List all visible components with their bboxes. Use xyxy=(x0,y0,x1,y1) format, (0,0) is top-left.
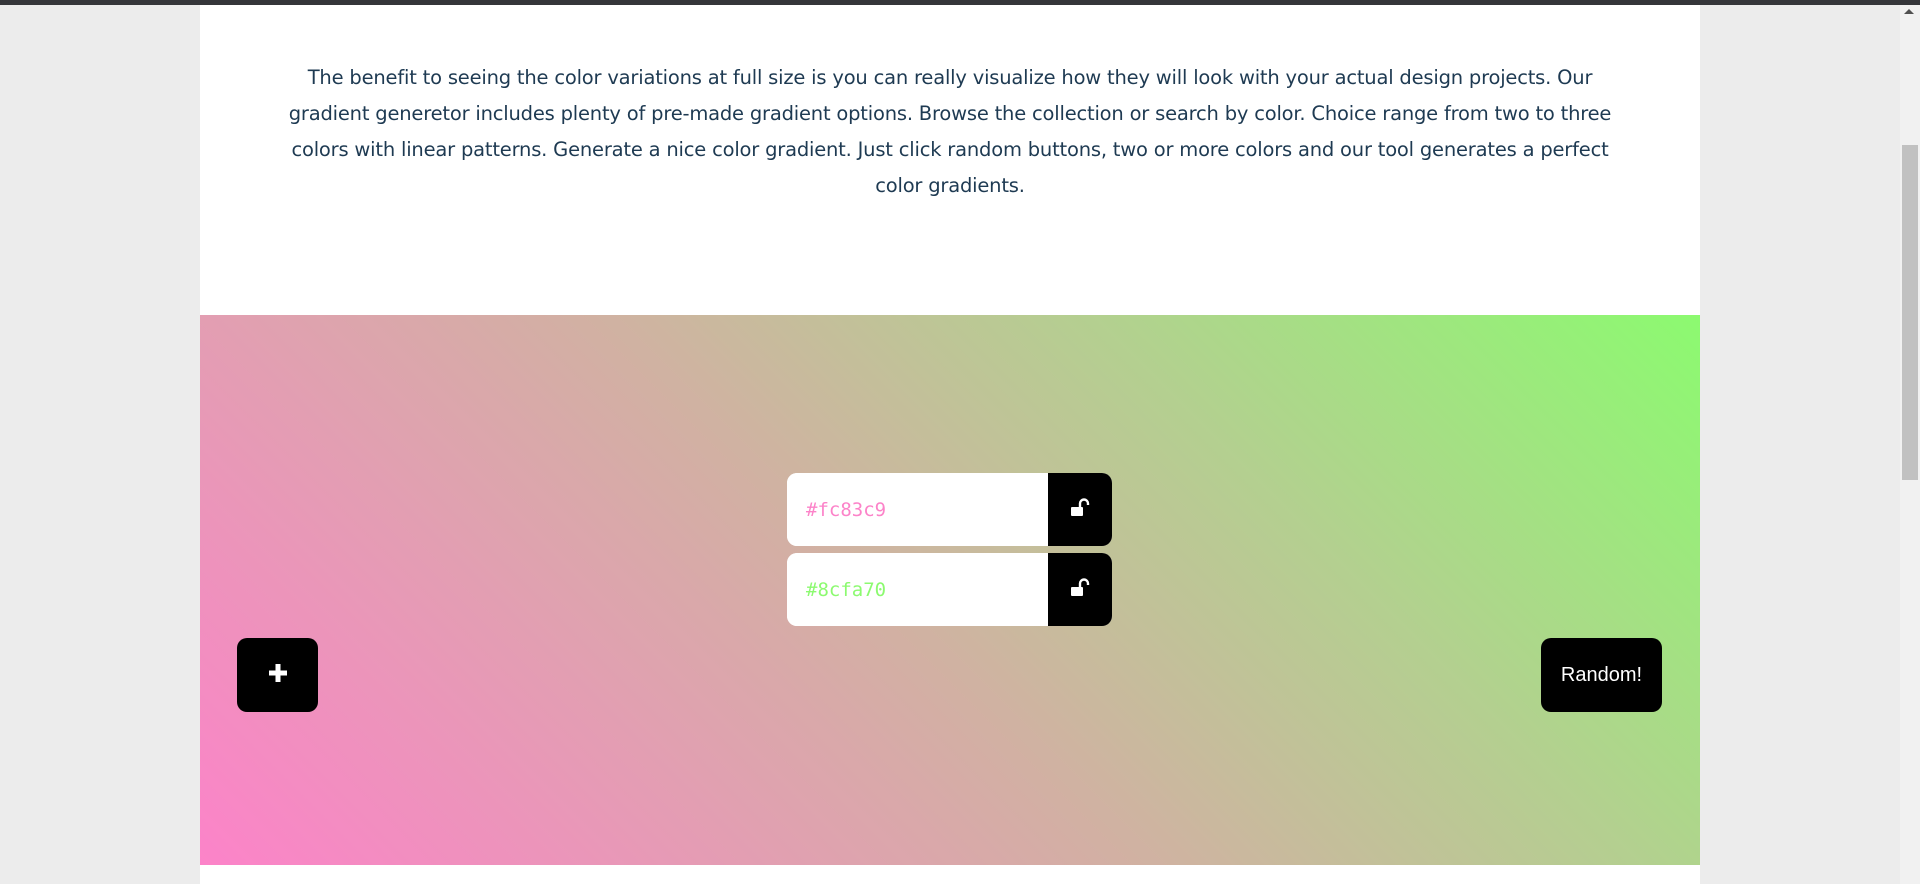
scrollbar-thumb[interactable] xyxy=(1902,145,1918,480)
gradient-preview: Random! xyxy=(200,315,1700,865)
intro-paragraph: The benefit to seeing the color variatio… xyxy=(288,66,1612,197)
unlocked-padlock-icon xyxy=(1069,577,1091,603)
unlocked-padlock-icon xyxy=(1069,497,1091,523)
color-1-lock-button[interactable] xyxy=(1048,473,1112,546)
color-2-hex-input[interactable] xyxy=(787,553,1048,626)
random-button[interactable]: Random! xyxy=(1541,638,1662,712)
plus-icon xyxy=(268,663,288,687)
color-1-hex-input[interactable] xyxy=(787,473,1048,546)
color-row-2 xyxy=(787,553,1112,626)
color-2-lock-button[interactable] xyxy=(1048,553,1112,626)
page-content: The benefit to seeing the color variatio… xyxy=(200,5,1700,884)
scroll-up-arrow-icon[interactable] xyxy=(1904,9,1914,14)
color-row-1 xyxy=(787,473,1112,546)
add-color-button[interactable] xyxy=(237,638,318,712)
